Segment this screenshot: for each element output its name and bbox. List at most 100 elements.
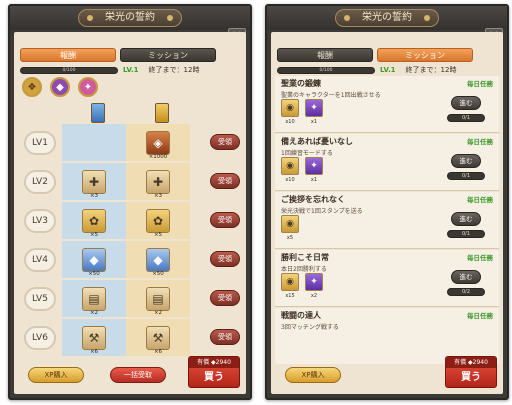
- panel-content: 報酬 ミッション 0/100 LV.1 終了まで：12時 ❖ ◆ ✦ LV1 ◈ ×…: [14, 32, 246, 394]
- daily-tag: 毎日任務: [467, 138, 493, 146]
- mission-description: 本日2回勝利する: [281, 266, 327, 273]
- claim-button[interactable]: 受領: [210, 212, 240, 228]
- reward-quantity: ×5: [89, 232, 99, 238]
- reward-quantity: ×2: [153, 310, 163, 316]
- mission-card: 備えあれば憂いなし 毎日任務 1回練習モードする ◉ x10 ✦ x1 進む 0/1: [275, 134, 499, 191]
- free-reward-cell[interactable]: ◆ ×50: [62, 241, 126, 278]
- buy-pass-button[interactable]: 有償 ◆2940 買う: [445, 356, 497, 388]
- claim-button[interactable]: 受領: [210, 290, 240, 306]
- tab-missions[interactable]: ミッション: [377, 48, 473, 62]
- reward-quantity: ×6: [89, 349, 99, 355]
- level-cell: LV1: [18, 124, 62, 161]
- gem-coin-icon: ◈: [146, 130, 170, 155]
- pass-missions-panel: 栄光の誓約 ✕ 報酬 ミッション 0/100 LV.1 終了まで：12時 聖業の…: [265, 4, 509, 400]
- mission-description: 聖業のキャラクターを1回出戦させる: [281, 92, 381, 99]
- xp-progress-text: 0/100: [62, 67, 76, 73]
- buy-xp-button[interactable]: XP購入: [285, 367, 341, 383]
- level-label: LV.1: [123, 66, 139, 74]
- reward-row: LV4 ◆ ×50 ◆ ×50 受領: [18, 241, 242, 278]
- reward-quantity: ×1000: [148, 154, 168, 160]
- buy-pass-button[interactable]: 有償 ◆2940 買う: [188, 356, 240, 388]
- reward-quantity: x1: [310, 119, 318, 125]
- go-button[interactable]: 進む: [451, 96, 481, 110]
- reward-track-header: [66, 102, 252, 124]
- mission-rewards: ◉ x10 ✦ x1: [281, 157, 323, 183]
- go-button[interactable]: 進む: [451, 212, 481, 226]
- coin-icon: ◉ x10: [281, 157, 299, 183]
- scroll-icon: ✿: [82, 208, 106, 233]
- level-cell: LV6: [18, 319, 62, 356]
- mission-description: 1回練習モードする: [281, 150, 333, 157]
- tab-rewards[interactable]: 報酬: [20, 48, 116, 62]
- tab-bar: 報酬 ミッション: [277, 48, 473, 62]
- paid-track-card-icon: [155, 103, 169, 123]
- mission-title-row: 戦闘の達人 毎日任務: [281, 310, 493, 321]
- buy-price: 有償 ◆2940: [189, 357, 239, 368]
- map-icon: ▤: [82, 286, 106, 311]
- book-icon: ✚: [82, 169, 106, 194]
- mission-card: ご挨拶を忘れなく 毎日任務 栄光決戦で1回スタンプを送る ◉ x5 進む 0/1: [275, 192, 499, 249]
- mission-description: 栄光決戦で1回スタンプを送る: [281, 208, 363, 215]
- paid-track-header: [130, 102, 194, 124]
- reward-quantity: x10: [285, 177, 295, 183]
- level-badge: LV3: [24, 208, 56, 233]
- mission-rewards: ◉ x15 ✦ x2: [281, 273, 323, 299]
- bottom-bar: XP購入 有償 ◆2940 買う: [275, 356, 499, 388]
- crest-emblem-icon: ❖: [22, 77, 42, 97]
- free-reward-cell[interactable]: ⚒ ×6: [62, 319, 126, 356]
- tab-bar: 報酬 ミッション: [20, 48, 216, 62]
- book-icon: ✚: [146, 169, 170, 194]
- free-reward-cell[interactable]: ▤ ×2: [62, 280, 126, 317]
- tab-rewards[interactable]: 報酬: [277, 48, 373, 62]
- time-remaining: 終了まで：12時: [148, 66, 200, 74]
- free-reward-cell[interactable]: ✚ ×3: [62, 163, 126, 200]
- title-bar: 栄光の誓約: [10, 6, 250, 30]
- gem-chest-icon: ◆: [82, 247, 106, 272]
- mission-list[interactable]: 聖業の鍛錬 毎日任務 聖業のキャラクターを1回出戦させる ◉ x10 ✦ x1 進む 0/1 備え…: [275, 76, 499, 364]
- claim-button[interactable]: 受領: [210, 329, 240, 345]
- daily-tag: 毎日任務: [467, 80, 493, 88]
- panel-title: 栄光の誓約: [335, 9, 439, 27]
- free-track-header: [66, 102, 130, 124]
- claim-all-button[interactable]: 一括受取: [110, 367, 166, 383]
- pass-rewards-panel: 栄光の誓約 ✕ 報酬 ミッション 0/100 LV.1 終了まで：12時 ❖ ◆…: [8, 4, 252, 400]
- paid-reward-cell[interactable]: ◆ ×50: [126, 241, 190, 278]
- paid-reward-cell[interactable]: ⚒ ×6: [126, 319, 190, 356]
- level-cell: LV4: [18, 241, 62, 278]
- paid-reward-cell[interactable]: ▤ ×2: [126, 280, 190, 317]
- pickaxe-icon: ⚒: [82, 325, 106, 350]
- level-cell: LV3: [18, 202, 62, 239]
- mission-progress-text: 0/1: [461, 231, 471, 237]
- paid-reward-cell[interactable]: ✚ ×3: [126, 163, 190, 200]
- daily-tag: 毎日任務: [467, 254, 493, 262]
- purple-emblem-icon: ◆: [50, 77, 70, 97]
- go-button[interactable]: 進む: [451, 154, 481, 168]
- go-button[interactable]: 進む: [451, 270, 481, 284]
- buy-xp-button[interactable]: XP購入: [28, 367, 84, 383]
- paid-reward-cell[interactable]: ◈ ×1000: [126, 124, 190, 161]
- reward-row: LV2 ✚ ×3 ✚ ×3 受領: [18, 163, 242, 200]
- price-value: 2940: [215, 359, 231, 366]
- claim-button[interactable]: 受領: [210, 134, 240, 150]
- mission-title: 勝利こそ日常: [281, 253, 329, 262]
- price-prefix: 有償: [197, 359, 210, 366]
- xp-progress-bar: 0/100: [277, 66, 375, 74]
- level-progress-row: 0/100 LV.1 終了まで：12時: [20, 65, 240, 75]
- free-track-card-icon: [91, 103, 105, 123]
- xp-progress-text: 0/100: [319, 67, 333, 73]
- mission-description: 3回マッチング戦する: [281, 324, 339, 331]
- free-reward-cell[interactable]: ✿ ×5: [62, 202, 126, 239]
- reward-quantity: x2: [310, 293, 318, 299]
- free-reward-cell[interactable]: [62, 124, 126, 161]
- panel-title: 栄光の誓約: [78, 9, 182, 27]
- tab-missions[interactable]: ミッション: [120, 48, 216, 62]
- paid-reward-cell[interactable]: ✿ ×5: [126, 202, 190, 239]
- mission-title: 聖業の鍛錬: [281, 79, 321, 88]
- claim-button[interactable]: 受領: [210, 251, 240, 267]
- mission-title-row: 聖業の鍛錬 毎日任務: [281, 78, 493, 89]
- claim-button[interactable]: 受領: [210, 173, 240, 189]
- time-remaining: 終了まで：12時: [405, 66, 457, 74]
- mission-progress-bar: 0/2: [447, 288, 485, 296]
- reward-quantity: ×5: [153, 232, 163, 238]
- reward-quantity: ×2: [89, 310, 99, 316]
